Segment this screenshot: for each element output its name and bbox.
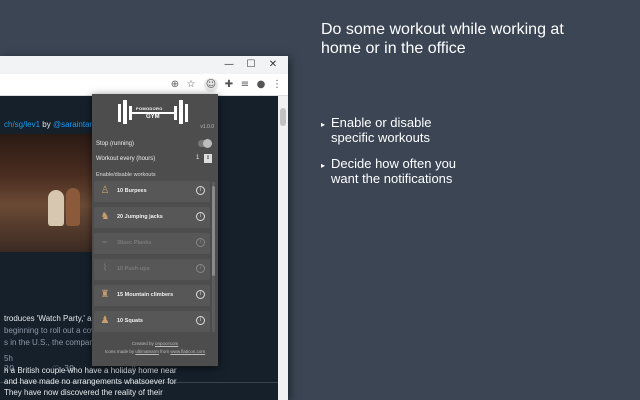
bullet-arrow-icon: ▸: [321, 161, 326, 170]
workout-label: 20 Jumping jacks: [117, 214, 163, 220]
page-scrollbar[interactable]: [278, 96, 288, 400]
burpee-icon: ♙: [100, 185, 110, 196]
plank-icon: ⌁: [101, 237, 109, 248]
footer-icons-from: from: [160, 349, 170, 354]
pomodoro-gym-logo: POMODORO GYM: [118, 100, 188, 124]
info-icon[interactable]: i: [196, 290, 205, 299]
logo-text: GYM: [146, 114, 160, 120]
maximize-button[interactable]: ☐: [244, 58, 258, 72]
headline: Do some workout while working at home or…: [321, 20, 621, 58]
photo-person: [48, 190, 64, 226]
workout-every-value[interactable]: 1: [196, 155, 199, 161]
bullet-arrow-icon: ▸: [321, 120, 326, 129]
extension-popup: POMODORO GYM v1.0.0 Stop (running) Worko…: [92, 94, 218, 366]
info-icon[interactable]: i: [196, 238, 205, 247]
footer-created-link[interactable]: onpocecom: [155, 341, 178, 346]
bullet-1-line-1: Enable or disable: [331, 115, 432, 130]
stop-label: Stop (running): [96, 141, 135, 147]
tweet-body-line: and have made no arrangements whatsoever…: [4, 377, 177, 386]
jumping-jacks-icon: ♞: [100, 211, 110, 222]
headline-line-2: home or in the office: [321, 40, 466, 57]
tweet-summary-line: beginning to roll out a covid: [4, 326, 102, 335]
tweet-headline: troduces 'Watch Party,' a soc: [4, 314, 107, 323]
workout-item-squats[interactable]: ♟ 10 Squats i: [94, 311, 210, 332]
bullet-2-line-1: Decide how often you: [331, 156, 457, 171]
tweet-body-line: They have now discovered the reality of …: [4, 388, 163, 397]
workout-item-burpees[interactable]: ♙ 10 Burpees i: [94, 181, 210, 202]
browser-toolbar: ⊕ ☆ ☺ ✚ ≡ ● ⋮: [0, 74, 288, 96]
footer-created-prefix: Created by: [131, 341, 154, 346]
tweet-time: 5h: [4, 354, 13, 363]
tweet-body-line: h a British couple who have a holiday ho…: [4, 366, 177, 375]
logo-text: POMODORO: [136, 106, 163, 111]
browser-titlebar: — ☐ ✕: [0, 56, 288, 74]
pomodoro-gym-extension-icon[interactable]: ☺: [204, 78, 218, 92]
close-button[interactable]: ✕: [266, 58, 280, 72]
footer-icons-prefix: Icons made by: [104, 349, 135, 354]
minimize-button[interactable]: —: [222, 58, 236, 72]
headline-line-1: Do some workout while working at: [321, 21, 564, 38]
workout-label: 30sec Planks: [117, 240, 152, 246]
mountain-climber-icon: ♜: [100, 289, 110, 300]
toggle-knob: [203, 139, 212, 148]
info-icon[interactable]: i: [196, 186, 205, 195]
bullet-1-line-2: specific workouts: [331, 130, 430, 145]
squat-icon: ♟: [100, 315, 110, 326]
footer-icons-credit: Icons made by ultimatearm from www.flati…: [92, 349, 218, 354]
workout-item-planks[interactable]: ⌁ 30sec Planks i: [94, 233, 210, 254]
workout-list-scrollbar[interactable]: [212, 182, 215, 332]
star-icon[interactable]: ☆: [184, 78, 198, 92]
workout-item-jumping-jacks[interactable]: ♞ 20 Jumping jacks i: [94, 207, 210, 228]
photo-person: [66, 188, 80, 226]
tweet-summary-line: s in the U.S., the company a: [4, 338, 105, 347]
scrollbar-thumb[interactable]: [212, 186, 215, 276]
scrollbar-thumb[interactable]: [280, 108, 286, 126]
workout-every-label: Workout every (hours): [96, 156, 156, 162]
footer-icons-author-link[interactable]: ultimatearm: [135, 349, 159, 354]
tweet-image[interactable]: [0, 134, 92, 252]
playlist-icon[interactable]: ≡: [238, 78, 252, 92]
workout-item-mountain-climbers[interactable]: ♜ 15 Mountain climbers i: [94, 285, 210, 306]
tweet-link-line: ch/sg/lev1 by @saraintamp: [4, 120, 101, 129]
info-icon[interactable]: i: [196, 316, 205, 325]
pushup-icon: ⌇: [102, 263, 108, 274]
tweet-by: by: [42, 120, 51, 129]
info-icon[interactable]: i: [196, 212, 205, 221]
version-label: v1.0.0: [200, 124, 214, 130]
add-circle-icon[interactable]: ⊕: [168, 78, 182, 92]
workout-label: 10 Squats: [117, 318, 143, 324]
info-icon[interactable]: i: [196, 264, 205, 273]
footer-flaticon-link[interactable]: www.flaticon.com: [170, 349, 205, 354]
workout-item-push-ups[interactable]: ⌇ 10 Push-ups i: [94, 259, 210, 280]
account-icon[interactable]: ●: [254, 78, 268, 92]
kebab-menu-icon[interactable]: ⋮: [270, 78, 284, 92]
workout-label: 10 Push-ups: [117, 266, 150, 272]
footer-created: Created by onpocecom: [92, 341, 218, 346]
enable-disable-label: Enable/disable workouts: [96, 172, 156, 178]
hours-stepper[interactable]: ⇕: [204, 154, 212, 163]
puzzle-icon[interactable]: ✚: [222, 78, 236, 92]
stop-toggle[interactable]: [198, 139, 212, 148]
bullet-2-line-2: want the notifications: [331, 171, 453, 186]
tweet-link[interactable]: ch/sg/lev1: [4, 120, 40, 129]
workout-list: ♙ 10 Burpees i ♞ 20 Jumping jacks i ⌁ 30…: [94, 181, 210, 333]
workout-label: 10 Burpees: [117, 188, 147, 194]
workout-label: 15 Mountain climbers: [117, 292, 174, 298]
